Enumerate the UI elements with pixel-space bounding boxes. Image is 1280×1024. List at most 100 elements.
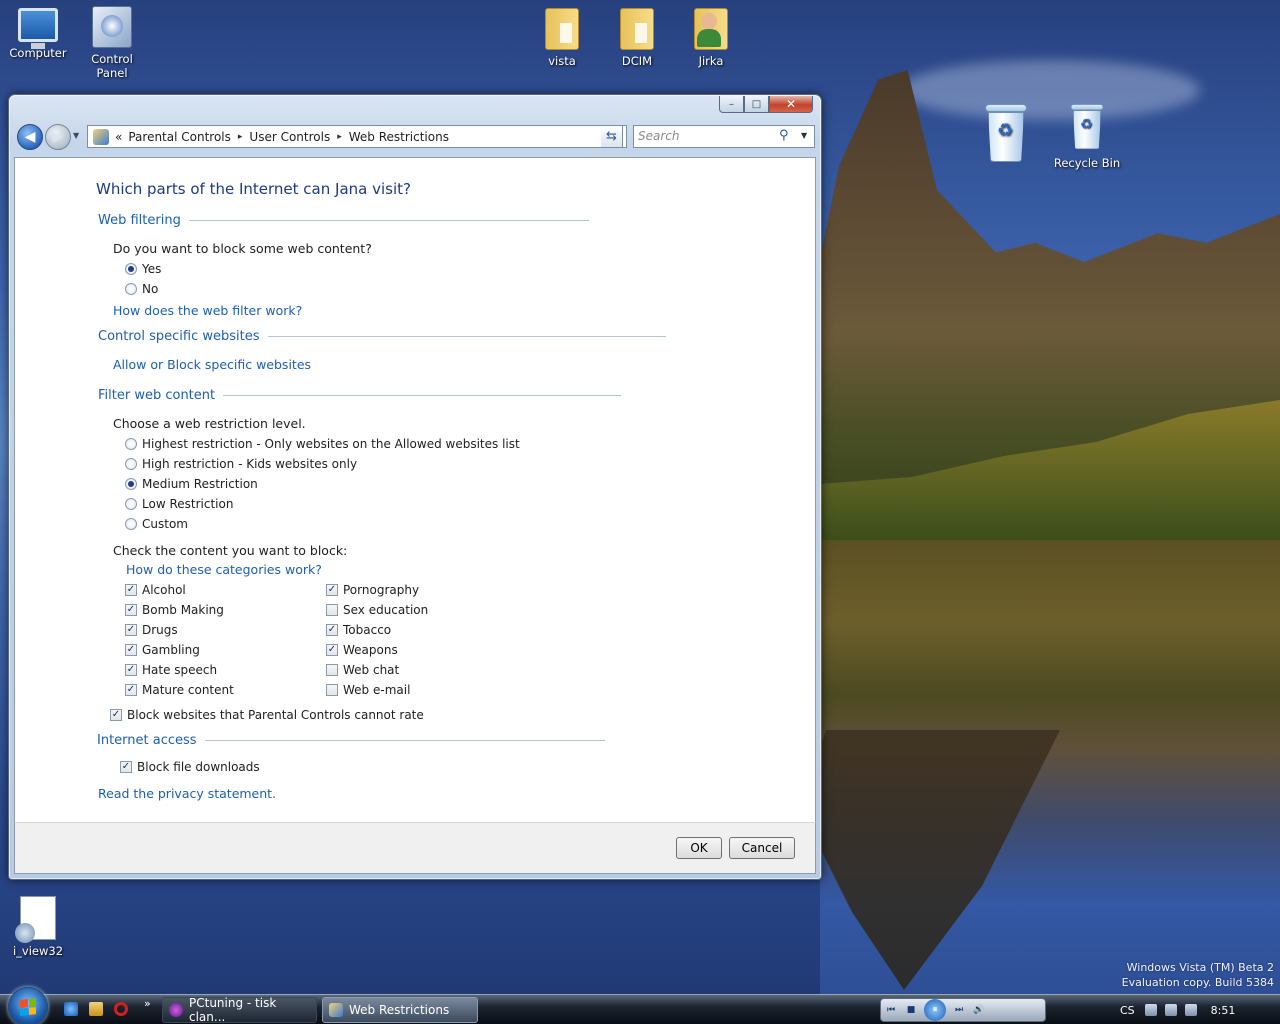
media-stop-button[interactable]: ■ <box>904 1003 918 1017</box>
radio-button[interactable] <box>125 498 137 510</box>
checkbox[interactable]: ✓ <box>125 684 137 696</box>
volume-icon[interactable] <box>1184 1004 1197 1016</box>
checkbox[interactable]: ✓ <box>125 624 137 636</box>
desktop-icon-control-panel[interactable]: Control Panel <box>74 6 150 80</box>
desktop-icon-recycle-bin-large[interactable]: ♻ <box>968 104 1044 166</box>
radio-custom[interactable]: Custom <box>125 516 188 532</box>
desktop-icon-computer[interactable]: Computer <box>0 8 76 60</box>
desktop-icon-vista-folder[interactable]: vista <box>524 8 600 68</box>
radio-button[interactable] <box>125 478 137 490</box>
radio-button[interactable] <box>125 263 137 275</box>
checkbox[interactable]: ✓ <box>125 604 137 616</box>
checkbox[interactable] <box>326 664 338 676</box>
media-volume-button[interactable]: 🔊 <box>972 1003 986 1017</box>
web-filter-help-link[interactable]: How does the web filter work? <box>113 303 302 318</box>
cancel-button[interactable]: Cancel <box>729 837 795 859</box>
breadcrumb-separator[interactable]: ▸ <box>238 132 243 142</box>
checkbox-hate-speech[interactable]: ✓ Hate speech <box>125 662 217 678</box>
checkbox[interactable]: ✓ <box>125 664 137 676</box>
section-divider <box>188 220 589 221</box>
checkbox-block-unrated[interactable]: ✓ Block websites that Parental Controls … <box>110 707 424 723</box>
address-bar[interactable]: « Parental Controls ▸ User Controls ▸ We… <box>87 125 627 148</box>
radio-highest-restriction[interactable]: Highest restriction - Only websites on t… <box>125 436 520 452</box>
start-button[interactable] <box>8 987 48 1024</box>
checkbox-web-chat[interactable]: Web chat <box>326 662 399 678</box>
radio-yes[interactable]: Yes <box>125 261 161 277</box>
radio-button[interactable] <box>125 518 137 530</box>
radio-button[interactable] <box>125 283 137 295</box>
radio-low-restriction[interactable]: Low Restriction <box>125 496 233 512</box>
recent-pages-dropdown[interactable]: ▼ <box>73 131 79 140</box>
radio-no[interactable]: No <box>125 281 158 297</box>
desktop-icon-label: Control <box>91 52 133 66</box>
checkbox[interactable] <box>326 684 338 696</box>
radio-high-restriction[interactable]: High restriction - Kids websites only <box>125 456 357 472</box>
checkbox-mature-content[interactable]: ✓ Mature content <box>125 682 234 698</box>
checkbox[interactable]: ✓ <box>125 644 137 656</box>
back-button[interactable]: ◀ <box>17 124 43 150</box>
minimize-button[interactable]: – <box>719 96 744 113</box>
forward-button[interactable]: ▶ <box>45 124 71 150</box>
system-tray: CS 8:51 <box>1120 995 1235 1024</box>
show-desktop-icon[interactable] <box>89 1002 103 1016</box>
taskbar-button-pctuning[interactable]: PCtuning - tisk clan... <box>162 996 317 1024</box>
media-next-button[interactable]: ⏭ <box>952 1003 966 1017</box>
checkbox[interactable]: ✓ <box>120 761 132 773</box>
desktop-icon-iview32[interactable]: i_view32 <box>0 896 76 958</box>
windows-logo-icon <box>20 998 36 1016</box>
desktop-icon-jirka[interactable]: Jirka <box>673 8 749 68</box>
privacy-statement-link[interactable]: Read the privacy statement. <box>98 786 276 801</box>
quick-launch-more-button[interactable]: » <box>144 997 151 1010</box>
search-dropdown[interactable]: ▼ <box>801 131 807 140</box>
maximize-button[interactable]: □ <box>744 96 769 113</box>
media-play-pause-button[interactable]: ⏸ <box>924 999 946 1021</box>
close-button[interactable]: ✕ <box>769 96 813 113</box>
checkbox[interactable]: ✓ <box>125 584 137 596</box>
checkbox[interactable]: ✓ <box>110 709 122 721</box>
categories-help-link[interactable]: How do these categories work? <box>126 562 322 577</box>
checkbox-block-downloads[interactable]: ✓ Block file downloads <box>120 759 260 775</box>
section-divider <box>204 740 605 741</box>
radio-button[interactable] <box>125 458 137 470</box>
breadcrumb-overflow[interactable]: « <box>115 130 122 144</box>
desktop-icon-label: i_view32 <box>12 944 64 958</box>
internet-explorer-icon[interactable] <box>64 1002 78 1016</box>
checkbox[interactable] <box>326 604 338 616</box>
checkbox-bomb-making[interactable]: ✓ Bomb Making <box>125 602 224 618</box>
section-filter-content: Filter web content <box>98 388 622 403</box>
language-indicator[interactable]: CS <box>1120 1004 1135 1017</box>
breadcrumb-separator[interactable]: ▸ <box>337 132 342 142</box>
web-restrictions-window: – □ ✕ ◀ ▶ ▼ « Parental Controls ▸ User C… <box>8 94 822 880</box>
checkbox-gambling[interactable]: ✓ Gambling <box>125 642 200 658</box>
desktop-icon-recycle-bin[interactable]: ♻ Recycle Bin <box>1049 104 1125 170</box>
checkbox-weapons[interactable]: ✓ Weapons <box>326 642 398 658</box>
checkbox-tobacco[interactable]: ✓ Tobacco <box>326 622 391 638</box>
checkbox[interactable]: ✓ <box>326 644 338 656</box>
checkbox-web-email[interactable]: Web e-mail <box>326 682 410 698</box>
network-icon[interactable] <box>1144 1004 1157 1016</box>
clock[interactable]: 8:51 <box>1211 1004 1236 1017</box>
breadcrumb-web-restrictions[interactable]: Web Restrictions <box>349 130 449 144</box>
breadcrumb-parental-controls[interactable]: Parental Controls <box>128 130 231 144</box>
breadcrumb-user-controls[interactable]: User Controls <box>249 130 330 144</box>
media-prev-button[interactable]: ⏮ <box>884 1003 898 1017</box>
radio-label: Custom <box>142 517 188 531</box>
checkbox-sex-education[interactable]: Sex education <box>326 602 428 618</box>
checkbox-drugs[interactable]: ✓ Drugs <box>125 622 178 638</box>
refresh-button[interactable]: ⇆ <box>601 125 623 148</box>
desktop-icon-dcim-folder[interactable]: DCIM <box>599 8 675 68</box>
opera-icon[interactable] <box>114 1002 128 1016</box>
checkbox[interactable]: ✓ <box>326 584 338 596</box>
security-icon[interactable] <box>1164 1004 1177 1016</box>
search-icon[interactable]: ⚲ <box>779 128 789 143</box>
ok-button[interactable]: OK <box>676 837 722 859</box>
checkbox-label: Pornography <box>343 583 420 597</box>
checkbox-alcohol[interactable]: ✓ Alcohol <box>125 582 186 598</box>
taskbar-button-web-restrictions[interactable]: Web Restrictions <box>322 997 478 1023</box>
checkbox[interactable]: ✓ <box>326 624 338 636</box>
allow-block-websites-link[interactable]: Allow or Block specific websites <box>113 357 311 372</box>
section-internet-access: Internet access <box>97 733 605 748</box>
checkbox-pornography[interactable]: ✓ Pornography <box>326 582 419 598</box>
radio-medium-restriction[interactable]: Medium Restriction <box>125 476 258 492</box>
radio-button[interactable] <box>125 438 137 450</box>
